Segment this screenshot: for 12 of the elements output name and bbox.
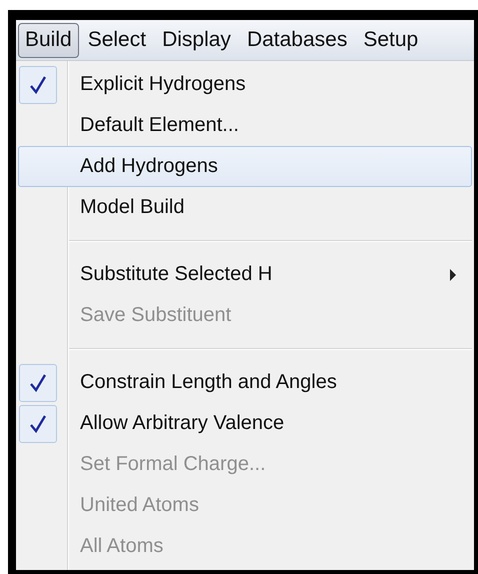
- menu-item[interactable]: Model Build: [18, 187, 472, 228]
- menu-item[interactable]: Constrain Length and Angles: [18, 362, 472, 403]
- menu-item[interactable]: Explicit Hydrogens: [18, 64, 472, 105]
- menu-item[interactable]: Substitute Selected H: [18, 254, 472, 295]
- menu-item[interactable]: Default Element...: [18, 105, 472, 146]
- menu-item[interactable]: Add Hydrogens: [18, 146, 472, 187]
- menu-title[interactable]: Setup: [356, 22, 426, 58]
- menu-title[interactable]: Databases: [240, 22, 354, 58]
- menu-title[interactable]: Build: [18, 22, 79, 58]
- menu-item[interactable]: Allow Arbitrary Valence: [18, 403, 472, 444]
- menu-title[interactable]: Select: [80, 22, 154, 58]
- menu-title[interactable]: Display: [155, 22, 238, 58]
